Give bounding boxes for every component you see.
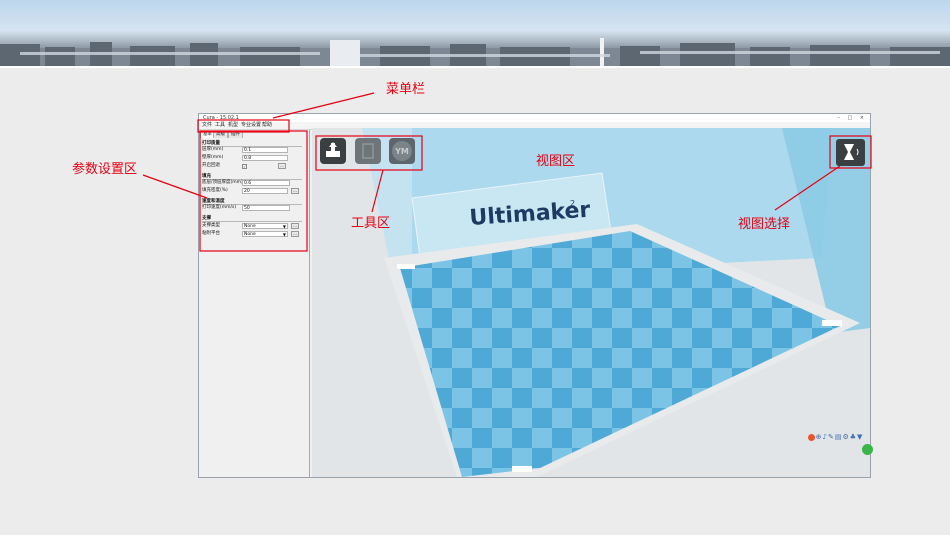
status-indicator-icon[interactable] <box>862 444 873 455</box>
shell-thickness-label: 壁厚(mm) <box>202 155 224 160</box>
adhesion-label: 粘附平台 <box>202 231 220 236</box>
menu-file[interactable]: 文件 <box>202 122 212 129</box>
adhesion-more-button[interactable]: … <box>291 231 299 237</box>
city-skyline-image <box>0 38 950 68</box>
layer-height-label: 层厚(mm) <box>202 147 224 152</box>
bottom-top-input[interactable]: 0.6 <box>242 180 290 186</box>
settings-panel: 基本 高级 插件 打印质量 层厚(mm) 0.1 壁厚(mm) 0.8 开启回退… <box>199 130 310 477</box>
retraction-label: 开启回退 <box>202 163 220 168</box>
tray-icons[interactable]: ⊕♪✎▤⚙♣▼ <box>806 433 872 442</box>
fill-density-label: 填充密度(%) <box>202 188 228 193</box>
3d-viewport[interactable]: Ultimaker 2 <box>312 128 870 477</box>
support-type-value: None <box>244 224 256 229</box>
fill-density-more-button[interactable]: … <box>291 188 299 194</box>
param-area-callout: 参数设置区 <box>72 162 138 177</box>
view-select-callout: 视图选择 <box>738 217 791 232</box>
title-bar: Cura - 15.02.1 – □ × <box>199 114 870 122</box>
youmagine-icon: YM <box>392 141 412 161</box>
window-controls[interactable]: – □ × <box>837 114 867 122</box>
brand-logo-sup: 2 <box>570 199 575 208</box>
chevron-down-icon: ▼ <box>282 232 286 237</box>
layer-height-input[interactable]: 0.1 <box>242 147 288 153</box>
view-mode-button[interactable] <box>836 139 865 166</box>
bottom-top-label: 底层/顶层厚度(mm) <box>202 180 243 185</box>
menu-tools[interactable]: 工具 <box>215 122 225 129</box>
view-area-callout: 视图区 <box>536 154 576 169</box>
view-mode-icon <box>844 144 859 160</box>
adhesion-select[interactable]: None ▼ <box>242 231 288 237</box>
support-type-select[interactable]: None ▼ <box>242 223 288 229</box>
tool-area-callout: 工具区 <box>351 216 391 231</box>
support-type-more-button[interactable]: … <box>291 223 299 229</box>
adhesion-value: None <box>244 232 256 237</box>
save-sd-button[interactable] <box>355 138 381 164</box>
clip <box>822 320 842 326</box>
save-sd-icon <box>362 143 374 159</box>
menu-machine[interactable]: 机型 <box>228 122 238 129</box>
print-speed-input[interactable]: 50 <box>242 205 290 211</box>
banner-divider <box>0 66 950 68</box>
youmagine-text: YM <box>394 147 409 156</box>
retraction-checkbox[interactable]: ✓ <box>242 164 247 169</box>
clip <box>512 466 532 472</box>
support-type-label: 支撑类型 <box>202 223 220 228</box>
load-model-button[interactable] <box>320 138 346 164</box>
menu-help[interactable]: 帮助 <box>262 122 272 129</box>
header-banner <box>0 0 950 68</box>
tab-advanced[interactable]: 高级 <box>213 131 228 138</box>
window-title: Cura - 15.02.1 <box>203 115 239 121</box>
build-volume-scene: Ultimaker 2 <box>312 128 870 477</box>
clip <box>397 264 415 269</box>
menu-bar-callout: 菜单栏 <box>386 82 426 97</box>
shell-thickness-input[interactable]: 0.8 <box>242 155 288 161</box>
fill-density-input[interactable]: 20 <box>242 188 288 194</box>
cura-window: Cura - 15.02.1 – □ × 文件 工具 机型 专业设置 帮助 基本… <box>198 113 871 478</box>
tab-plugins[interactable]: 插件 <box>228 131 243 138</box>
chevron-down-icon: ▼ <box>282 224 286 229</box>
load-model-icon <box>326 142 340 157</box>
menu-expert[interactable]: 专业设置 <box>241 122 261 129</box>
print-speed-label: 打印速度(mm/s) <box>202 205 237 210</box>
youmagine-button[interactable]: YM <box>389 138 415 164</box>
retraction-more-button[interactable]: … <box>278 163 286 169</box>
section-divider <box>202 221 302 222</box>
